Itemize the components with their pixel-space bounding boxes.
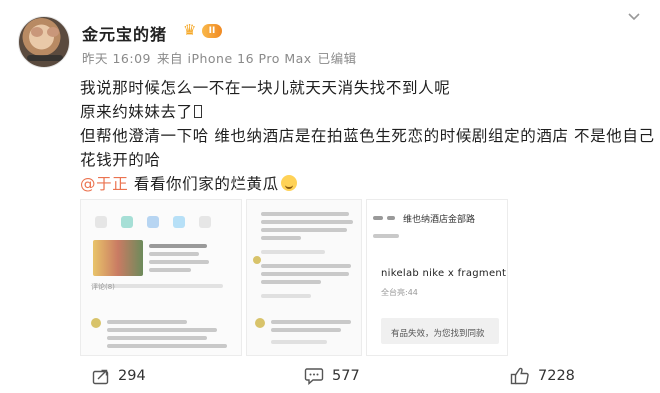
post-line-5: @于正 看看你们家的烂黄瓜	[80, 172, 640, 196]
text-blur	[261, 236, 301, 240]
text-blur	[373, 234, 399, 238]
text-blur	[107, 336, 207, 340]
text-blur	[271, 328, 341, 332]
repost-button[interactable]: 294	[92, 366, 146, 386]
post-line-2: 原来约妹妹去了	[80, 100, 640, 124]
comment-icon	[304, 368, 324, 385]
app-icon	[147, 216, 159, 228]
post-line-5-text: 看看你们家的烂黄瓜	[133, 175, 279, 193]
share-icon	[92, 369, 109, 384]
post-line-1: 我说那时候怎么一不在一块儿就天天消失找不到人呢	[80, 79, 451, 97]
text-blur	[271, 320, 351, 324]
text-blur	[271, 340, 327, 344]
username[interactable]: 金元宝的猪	[82, 21, 167, 45]
text-blur	[261, 264, 351, 268]
app-icon	[121, 216, 133, 228]
chevron-down-icon[interactable]	[627, 12, 643, 24]
commenter-avatar	[253, 256, 261, 264]
product-thumbnail	[93, 240, 143, 276]
laugh-emoji-icon	[280, 175, 297, 191]
app-icon	[199, 216, 211, 228]
image3-box-text: 有品失效，为您找到同款	[391, 329, 485, 339]
post-image-2[interactable]	[246, 199, 362, 356]
text-blur	[107, 344, 227, 348]
text-blur	[261, 228, 347, 232]
level-badge: II	[202, 24, 222, 38]
avatar-ear-left	[31, 27, 43, 37]
post-line-4: 花钱开的哈	[80, 151, 161, 169]
edited-label: 已编辑	[317, 51, 357, 66]
text-blur	[149, 268, 191, 272]
text-blur	[107, 328, 217, 332]
text-blur	[261, 220, 353, 224]
repost-count: 294	[118, 368, 146, 384]
avatar[interactable]	[18, 16, 70, 68]
app-icon	[173, 216, 185, 228]
image3-brand: nikelab nike x fragment air z	[381, 268, 507, 279]
avatar-tag	[27, 55, 63, 61]
crown-icon: ♛	[183, 21, 197, 39]
text-blur	[261, 250, 325, 254]
image3-sub: 全台亮:44	[381, 288, 418, 297]
comment-count-label: 评论(8)	[91, 283, 115, 291]
missing-glyph-icon	[193, 105, 202, 118]
text-blur	[387, 216, 395, 220]
post-source: 来自 iPhone 16 Pro Max	[157, 51, 312, 66]
text-blur	[107, 320, 187, 324]
like-button[interactable]: 7228	[510, 366, 575, 386]
text-blur	[149, 244, 207, 248]
commenter-avatar	[91, 318, 101, 328]
text-blur	[261, 212, 349, 216]
post-text: 我说那时候怎么一不在一块儿就天天消失找不到人呢 原来约妹妹去了 但帮他澄清一下哈…	[80, 76, 655, 196]
text-blur	[261, 280, 321, 284]
post-line-3: 但帮他澄清一下哈 维也纳酒店是在拍蓝色生死恋的时候剧组定的酒店 不是他自己	[80, 127, 655, 145]
text-blur	[373, 216, 383, 220]
text-blur	[261, 294, 311, 298]
comment-button[interactable]: 577	[304, 366, 360, 386]
post-image-3[interactable]: 维也纳酒店金部路 nikelab nike x fragment air z 全…	[366, 199, 508, 356]
post-line-2-text: 原来约妹妹去了	[80, 103, 193, 121]
post-meta: 昨天 16:09 来自 iPhone 16 Pro Max 已编辑	[82, 48, 363, 67]
mention-link[interactable]: @于正	[80, 175, 128, 193]
text-blur	[149, 260, 209, 264]
comment-count: 577	[332, 368, 360, 384]
app-icon	[95, 216, 107, 228]
post-time: 昨天 16:09	[82, 51, 151, 66]
post-image-1[interactable]: 评论(8)	[80, 199, 242, 356]
like-count: 7228	[538, 368, 575, 384]
text-blur	[261, 272, 349, 276]
image3-title: 维也纳酒店金部路	[403, 215, 476, 225]
text-blur	[149, 252, 199, 256]
thumbs-up-icon	[510, 367, 529, 385]
commenter-avatar	[255, 318, 265, 328]
avatar-ear-right	[47, 27, 59, 37]
